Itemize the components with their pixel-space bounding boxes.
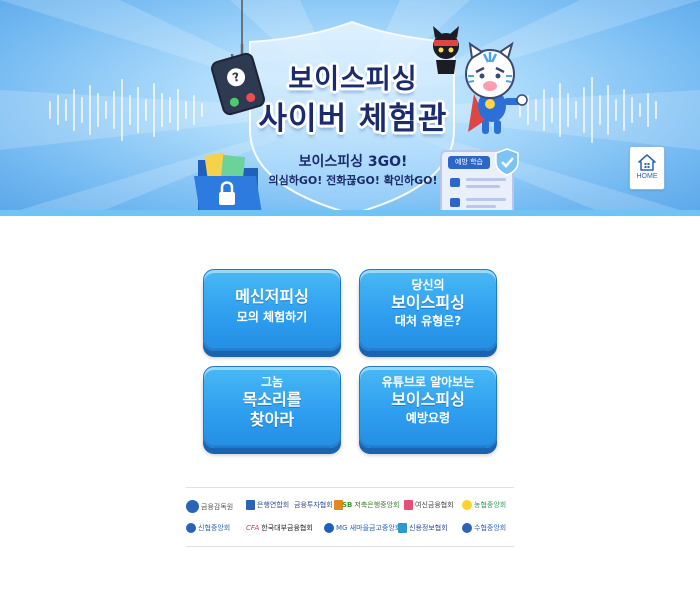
cfa-logo-mark: CFA (246, 524, 260, 532)
partner-logo-suhyup: 수협중앙회 (462, 523, 506, 533)
banner-subtitle: 보이스피싱 3GO! (298, 154, 408, 170)
button-label-sub: 예방요령 (405, 411, 451, 425)
partner-name: MG 새마을금고중앙회 (336, 524, 402, 532)
partner-logos: 금융감독원 은행연합회 금융투자협회 SB 저축은행중앙회 여신금융협회 농협중… (186, 487, 514, 547)
mg-logo-icon (324, 523, 334, 533)
locked-folder-icon (194, 152, 262, 214)
partner-logo-cica: 신용정보협회 (398, 523, 448, 533)
messenger-phishing-simulation-button[interactable]: 메신저피싱 모의 체험하기 (203, 269, 341, 351)
button-label-sub: 찾아라 (249, 410, 295, 429)
button-label-top: 그놈 (260, 375, 284, 389)
cu-logo-icon (186, 523, 196, 533)
partner-name: 금융투자협회 (294, 501, 333, 509)
partner-name: 한국대부금융협회 (261, 524, 313, 532)
suhyup-logo-icon (462, 523, 472, 533)
partner-name: 신협중앙회 (198, 524, 231, 532)
kfb-logo-icon (246, 500, 255, 510)
fss-logo-icon (186, 500, 199, 513)
home-label: HOME (636, 173, 658, 180)
button-label-main: 목소리를 (242, 390, 302, 409)
doc-line (466, 178, 506, 181)
partner-name: 저축은행중앙회 (354, 501, 400, 509)
partner-name: 농협중앙회 (474, 501, 507, 509)
button-label-top: 유튜브로 알아보는 (381, 375, 475, 389)
partner-name: 은행연합회 (257, 501, 290, 509)
crefia-logo-icon (404, 500, 413, 510)
partner-logo-kofia: 금융투자협회 (294, 500, 345, 510)
response-type-quiz-button[interactable]: 당신의 보이스피싱 대처 유형은? (359, 269, 497, 351)
cica-logo-icon (398, 523, 407, 533)
partner-name: 신용정보협회 (409, 524, 448, 532)
lock-icon (450, 198, 460, 207)
button-label-sub: 모의 체험하기 (236, 310, 308, 324)
doc-line (466, 198, 506, 201)
sb-logo-mark: SB (342, 501, 353, 509)
lock-icon (450, 178, 460, 187)
doc-line (466, 185, 500, 188)
button-label-main: 보이스피싱 (391, 293, 465, 312)
button-label-top: 당신의 (411, 278, 445, 292)
banner-slogan: 의심하GO! 전화끊GO! 확인하GO! (268, 174, 438, 187)
button-label-sub: 대처 유형은? (394, 314, 462, 328)
find-the-voice-button[interactable]: 그놈 목소리를 찾아라 (203, 366, 341, 448)
youtube-prevention-tips-button[interactable]: 유튜브로 알아보는 보이스피싱 예방요령 (359, 366, 497, 448)
partner-logo-nh: 농협중앙회 (462, 500, 506, 510)
partner-name: 수협중앙회 (474, 524, 507, 532)
banner-bottom-stripe (0, 210, 700, 216)
home-button[interactable]: HOME (629, 146, 665, 190)
partner-logo-crefia: 여신금융협회 (404, 500, 454, 510)
partner-logo-kfb: 은행연합회 (246, 500, 289, 510)
partner-logo-cu: 신협중앙회 (186, 523, 230, 533)
button-label-main: 메신저피싱 (235, 287, 309, 306)
partner-logo-cfa: CFA 한국대부금융협회 (246, 523, 313, 533)
partner-name: 금융감독원 (201, 502, 234, 511)
home-icon (638, 154, 656, 171)
doc-line (466, 205, 496, 208)
nh-logo-icon (462, 500, 472, 510)
partner-logo-fss: 금융감독원 (186, 500, 233, 513)
hero-banner: ? 보이스피싱 사이버 체험관 보이스피싱 3GO! 의심하GO! 전화끊GO!… (0, 0, 700, 216)
tiger-hero-mascot-icon (433, 26, 528, 134)
check-shield-icon (495, 148, 519, 176)
doc-tag: 예방 학습 (448, 156, 490, 169)
partner-logo-mg: MG 새마을금고중앙회 (324, 523, 401, 533)
partner-name: 여신금융협회 (415, 501, 454, 509)
button-label-main: 보이스피싱 (391, 390, 465, 409)
partner-logo-fsb: SB 저축은행중앙회 (342, 500, 399, 510)
